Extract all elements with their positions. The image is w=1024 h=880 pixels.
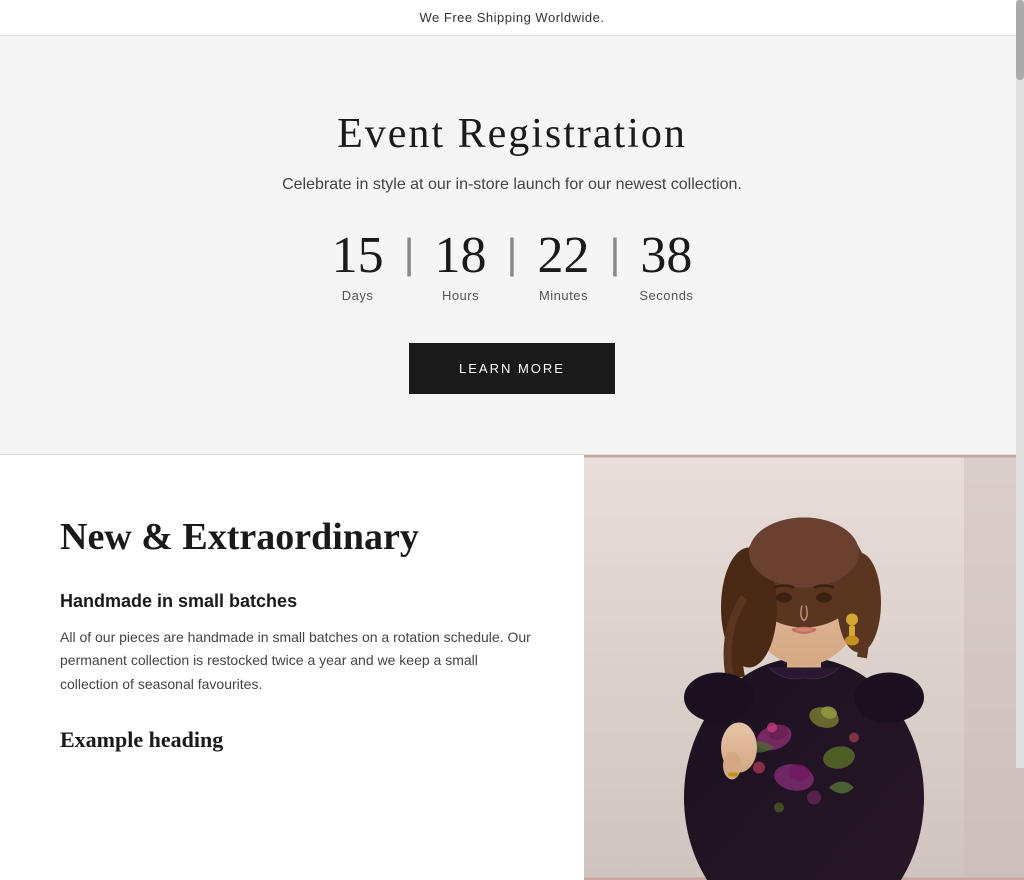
days-label: Days xyxy=(342,288,374,303)
feature-section: New & Extraordinary Handmade in small ba… xyxy=(0,455,1024,880)
separator-2: | xyxy=(501,230,524,278)
feature-main-heading: New & Extraordinary xyxy=(60,515,534,561)
hours-value: 18 xyxy=(435,230,487,282)
learn-more-button[interactable]: LEARN MORE xyxy=(409,343,615,394)
fashion-illustration xyxy=(584,455,1024,880)
fashion-image xyxy=(584,455,1024,880)
feature-text-area: New & Extraordinary Handmade in small ba… xyxy=(0,455,584,880)
countdown-timer: 15 Days | 18 Hours | 22 Minutes | 38 Sec… xyxy=(40,230,984,303)
scrollbar[interactable] xyxy=(1016,0,1024,768)
countdown-days: 15 Days xyxy=(318,230,398,303)
seconds-label: Seconds xyxy=(639,288,693,303)
feature-example-heading: Example heading xyxy=(60,727,534,753)
countdown-seconds: 38 Seconds xyxy=(626,230,706,303)
minutes-label: Minutes xyxy=(539,288,588,303)
banner-text: We Free Shipping Worldwide. xyxy=(420,10,605,25)
countdown-hours: 18 Hours xyxy=(421,230,501,303)
header xyxy=(0,36,1024,60)
separator-1: | xyxy=(398,230,421,278)
feature-sub-heading: Handmade in small batches xyxy=(60,591,534,612)
event-subtitle: Celebrate in style at our in-store launc… xyxy=(40,176,984,194)
event-registration-section: Event Registration Celebrate in style at… xyxy=(0,60,1024,454)
event-title: Event Registration xyxy=(40,110,984,158)
minutes-value: 22 xyxy=(537,230,589,282)
separator-3: | xyxy=(603,230,626,278)
top-banner: We Free Shipping Worldwide. xyxy=(0,0,1024,36)
hours-label: Hours xyxy=(442,288,479,303)
countdown-minutes: 22 Minutes xyxy=(523,230,603,303)
feature-body-text: All of our pieces are handmade in small … xyxy=(60,626,534,697)
seconds-value: 38 xyxy=(640,230,692,282)
scrollbar-thumb[interactable] xyxy=(1016,0,1024,80)
days-value: 15 xyxy=(332,230,384,282)
